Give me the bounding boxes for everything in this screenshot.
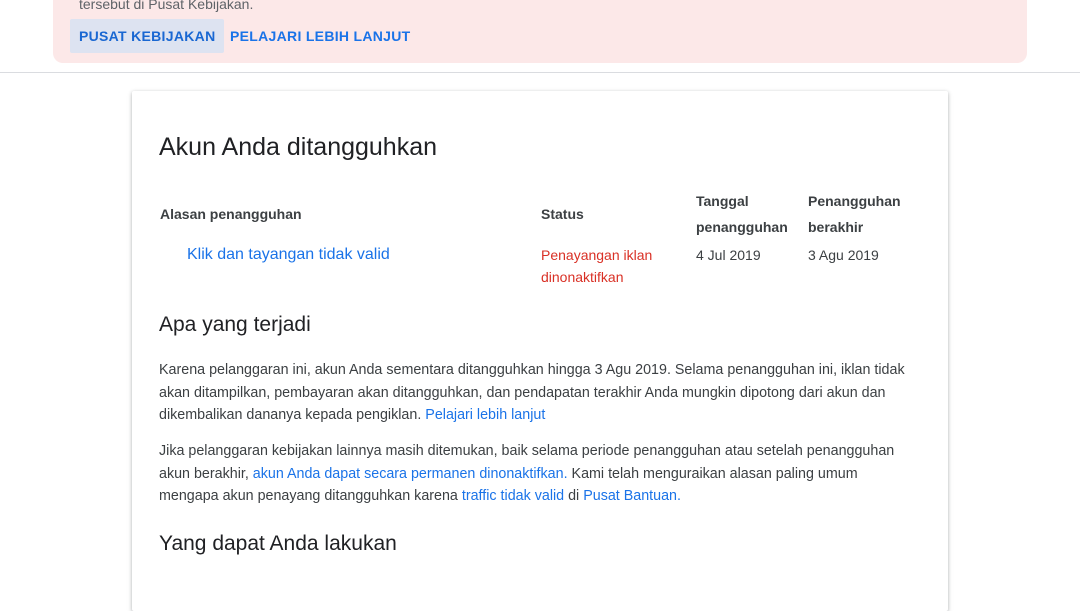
header-status: Status: [541, 206, 584, 222]
what-happened-paragraph-1: Karena pelanggaran ini, akun Anda sement…: [159, 362, 905, 423]
header-reason: Alasan penangguhan: [160, 206, 302, 222]
suspend-date-value: 4 Jul 2019: [696, 247, 761, 263]
banner-text: tersebut di Pusat Kebijakan.: [79, 0, 254, 12]
header-suspend-end: Penangguhan berakhir: [808, 193, 901, 235]
learn-more-link[interactable]: Pelajari lebih lanjut: [425, 407, 545, 423]
suspension-card: Akun Anda ditangguhkan Alasan penangguha…: [132, 91, 948, 611]
what-happened-heading: Apa yang terjadi: [159, 313, 311, 336]
what-to-do-heading: Yang dapat Anda lakukan: [159, 532, 397, 555]
invalid-traffic-link[interactable]: traffic tidak valid: [462, 488, 564, 504]
what-happened-paragraph-2: Jika pelanggaran kebijakan lainnya masih…: [159, 443, 895, 504]
learn-more-button[interactable]: PELAJARI LEBIH LANJUT: [221, 19, 420, 53]
policy-banner: tersebut di Pusat Kebijakan. PUSAT KEBIJ…: [53, 0, 1027, 63]
permanent-disable-link[interactable]: akun Anda dapat secara permanen dinonakt…: [253, 466, 568, 482]
header-suspend-date: Tanggal penangguhan: [696, 193, 788, 235]
header-divider: [0, 72, 1080, 73]
suspend-end-value: 3 Agu 2019: [808, 247, 879, 263]
help-center-link[interactable]: Pusat Bantuan.: [583, 488, 681, 504]
policy-center-button[interactable]: PUSAT KEBIJAKAN: [70, 19, 225, 53]
status-value: Penayangan iklan dinonaktifkan: [541, 247, 653, 285]
reason-link[interactable]: Klik dan tayangan tidak valid: [187, 246, 390, 264]
card-title: Akun Anda ditangguhkan: [159, 133, 438, 161]
